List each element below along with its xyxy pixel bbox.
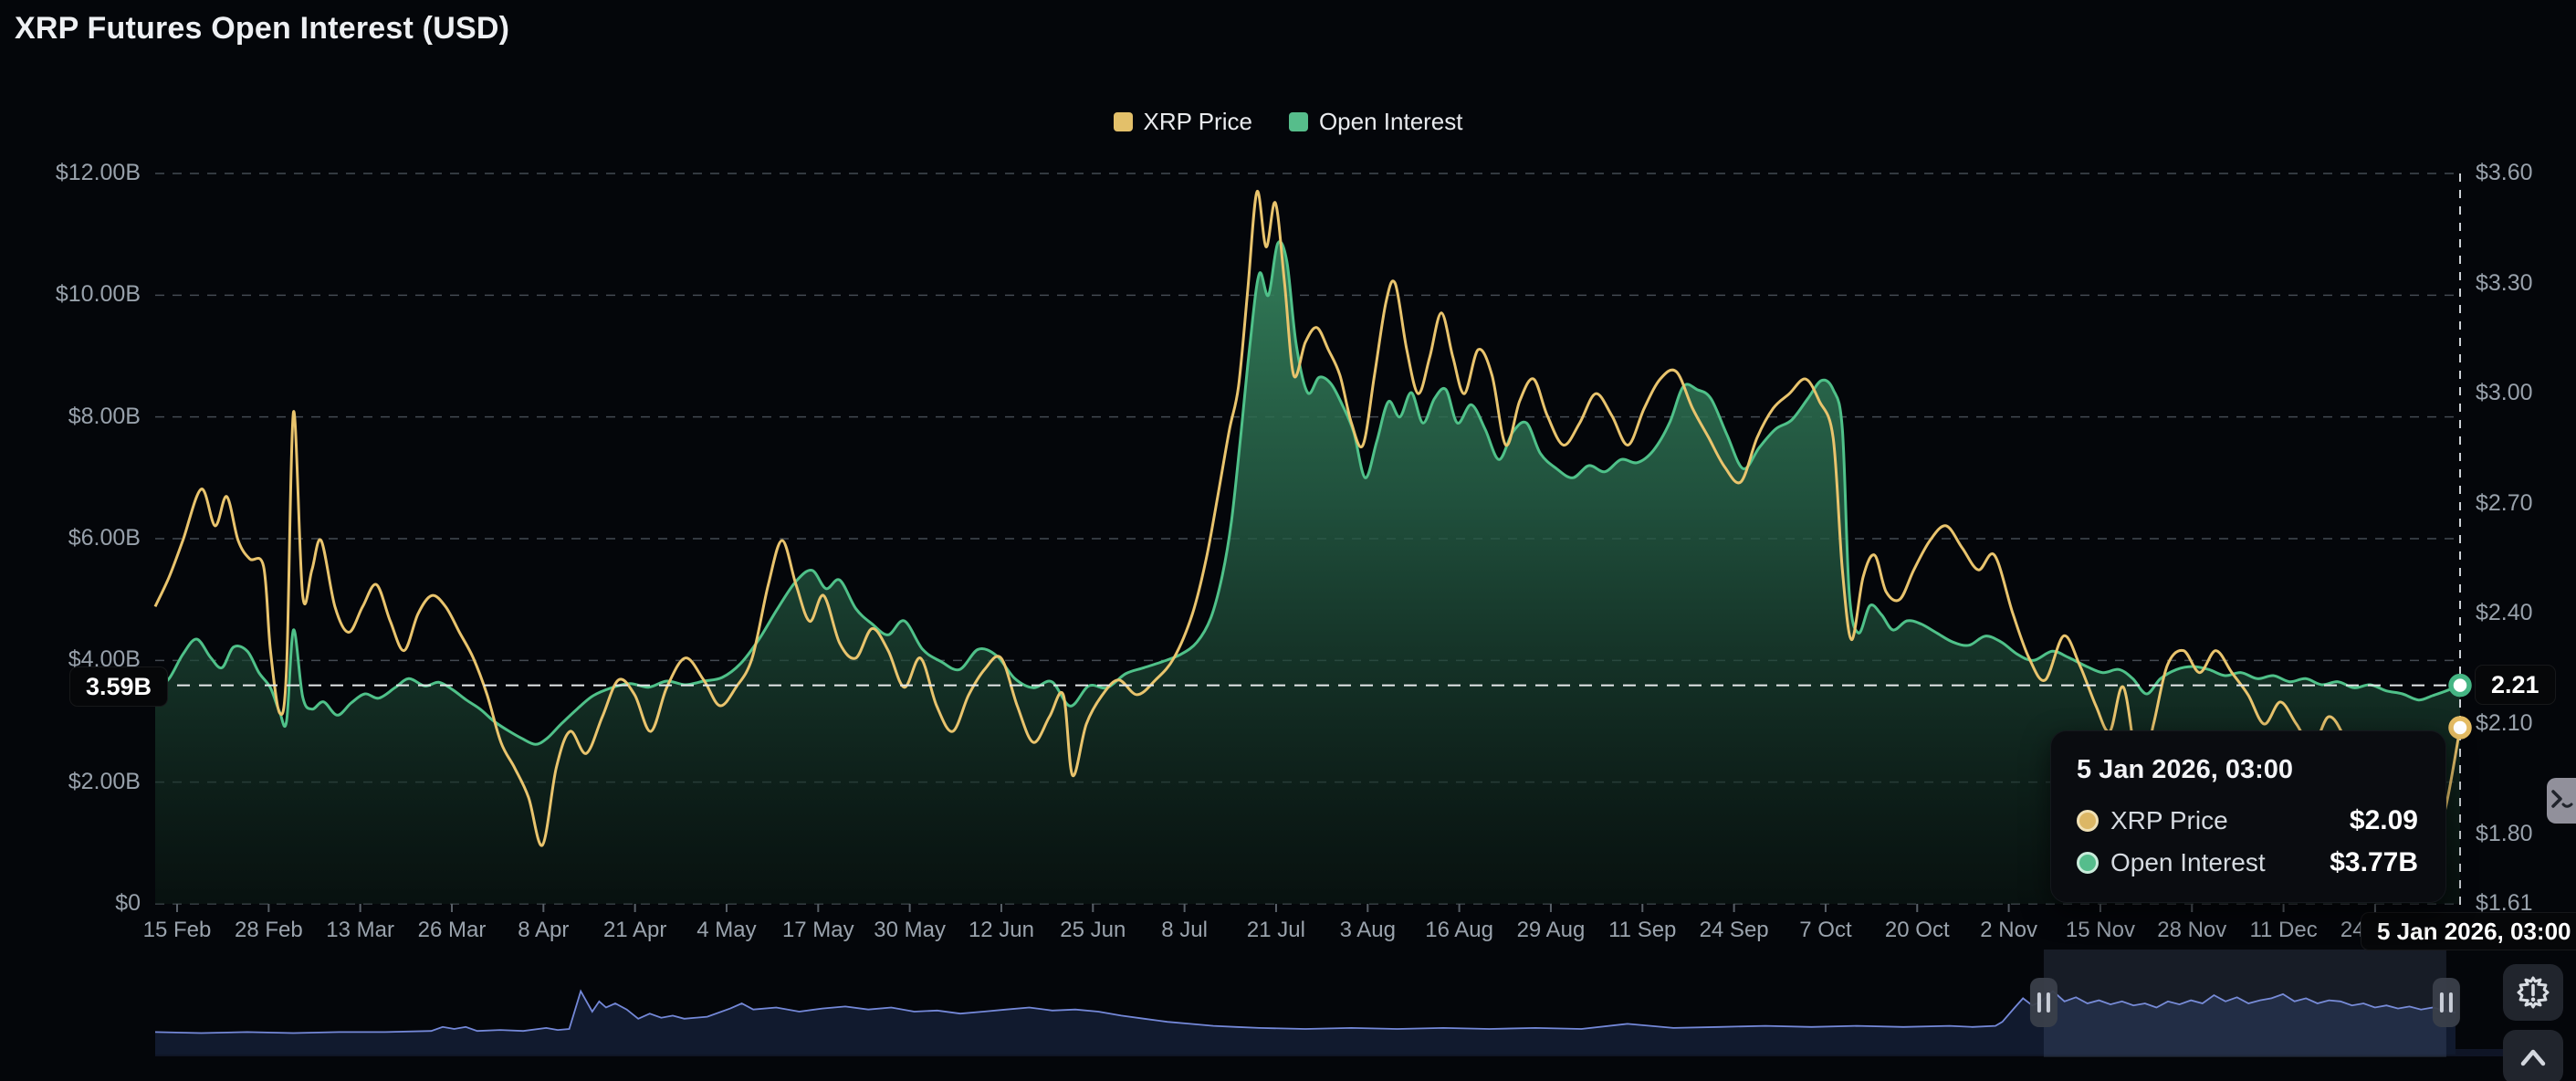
price-marker-dot (2451, 719, 2469, 737)
scroll-top-button[interactable] (2503, 1030, 2563, 1081)
tooltip-title: 5 Jan 2026, 03:00 (2077, 755, 2418, 785)
chevron-right-collapse-icon (2547, 778, 2576, 824)
chevron-up-icon (2512, 1042, 2554, 1073)
tooltip-value: $3.77B (2330, 847, 2418, 878)
legend: XRP Price Open Interest (0, 108, 2576, 136)
legend-item-xrp-price[interactable]: XRP Price (1114, 108, 1252, 136)
burst-exclamation-icon (2516, 975, 2550, 1010)
legend-item-open-interest[interactable]: Open Interest (1289, 108, 1463, 136)
tooltip-row: Open Interest $3.77B (2077, 847, 2418, 878)
navigator-selection[interactable] (2044, 950, 2446, 1057)
oi-marker-dot (2451, 677, 2469, 695)
navigator-handle-left[interactable] (2030, 978, 2058, 1027)
crosshair-date-badge: 5 Jan 2026, 03:00 (2361, 912, 2576, 950)
alert-settings-button[interactable] (2503, 964, 2563, 1021)
legend-label: Open Interest (1319, 108, 1463, 136)
right-axis-current-badge: 2.21 (2475, 665, 2556, 705)
tooltip-label: Open Interest (2110, 848, 2318, 877)
collapse-panel-button[interactable] (2547, 778, 2576, 824)
main-chart[interactable] (0, 0, 2576, 1081)
tooltip: 5 Jan 2026, 03:00 XRP Price $2.09 Open I… (2050, 730, 2446, 903)
open-interest-swatch-icon (1289, 112, 1308, 131)
legend-label: XRP Price (1144, 108, 1252, 136)
navigator-handle-right[interactable] (2433, 978, 2460, 1027)
tooltip-value: $2.09 (2350, 805, 2418, 836)
left-axis-current-badge: 3.59B (69, 666, 168, 707)
page-title: XRP Futures Open Interest (USD) (15, 11, 509, 47)
tooltip-label: XRP Price (2110, 806, 2338, 835)
open-interest-dot-icon (2077, 852, 2099, 874)
xrp-price-dot-icon (2077, 810, 2099, 832)
xrp-price-swatch-icon (1114, 112, 1133, 131)
chart-panel: XRP Futures Open Interest (USD) XRP Pric… (0, 0, 2576, 1081)
tooltip-row: XRP Price $2.09 (2077, 805, 2418, 836)
